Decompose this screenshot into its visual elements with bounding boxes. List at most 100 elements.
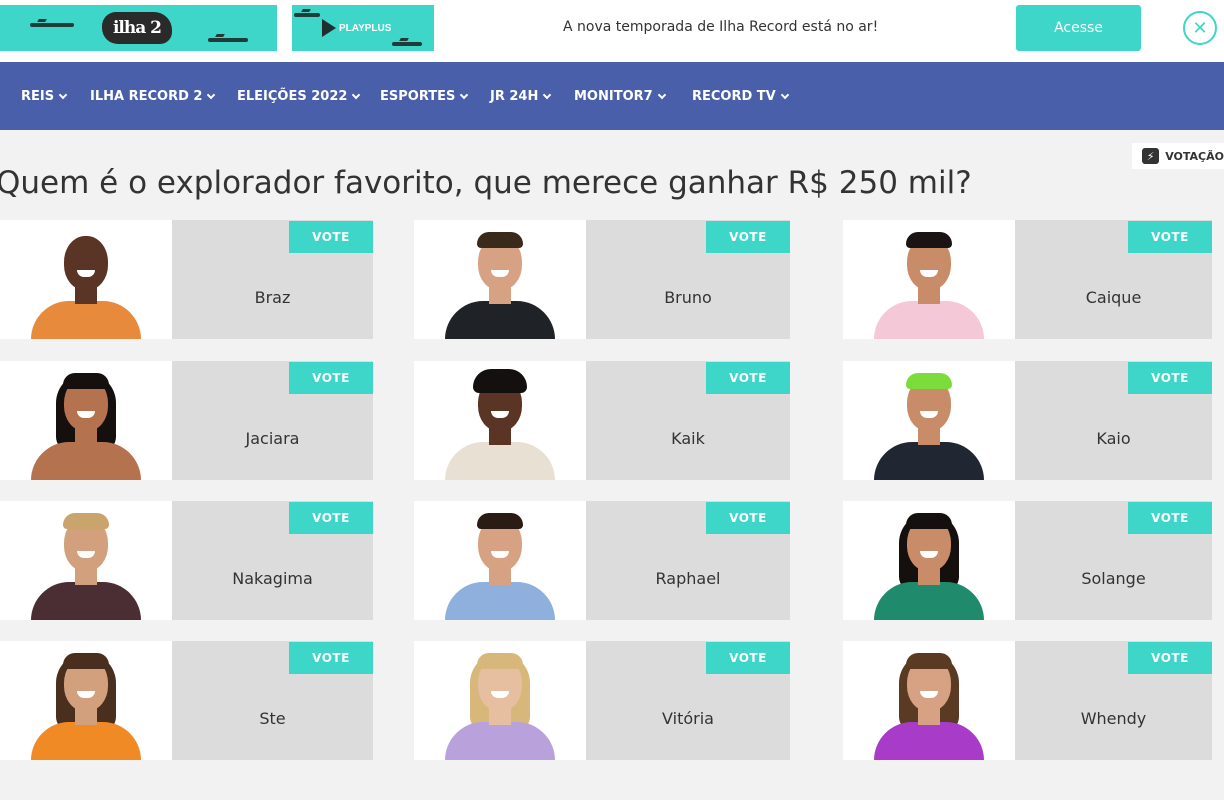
- hair: [906, 373, 952, 389]
- person-illustration: [414, 361, 586, 480]
- candidate-card[interactable]: VOTE Jaciara: [0, 361, 373, 480]
- vote-button[interactable]: VOTE: [289, 362, 373, 394]
- candidate-name: Solange: [1081, 569, 1146, 588]
- ilha-record-banner[interactable]: ilha 2: [0, 5, 277, 51]
- candidate-card[interactable]: VOTE Vitória: [414, 641, 790, 760]
- vote-button[interactable]: VOTE: [289, 502, 373, 534]
- candidate-card[interactable]: VOTE Braz: [0, 220, 373, 339]
- vote-button[interactable]: VOTE: [1128, 502, 1212, 534]
- candidate-card[interactable]: VOTE Solange: [843, 501, 1212, 620]
- candidate-photo: [414, 220, 586, 339]
- shirt: [31, 442, 141, 480]
- candidate-info: VOTE Solange: [1015, 501, 1212, 620]
- person-illustration: [414, 641, 586, 760]
- hair: [473, 369, 527, 393]
- nav-item-jr-24h[interactable]: JR 24H: [490, 89, 552, 104]
- candidate-info: VOTE Kaio: [1015, 361, 1212, 480]
- hair: [63, 513, 109, 529]
- poll-header: ⚡ VOTAÇÃO Quem é o explorador favorito, …: [0, 130, 1224, 214]
- vote-button[interactable]: VOTE: [289, 221, 373, 253]
- nav-item-eleicoes-2022[interactable]: ELEIÇÕES 2022: [237, 89, 361, 104]
- shirt: [874, 301, 984, 339]
- candidate-info: VOTE Bruno: [586, 220, 790, 339]
- vote-button[interactable]: VOTE: [1128, 221, 1212, 253]
- head: [64, 236, 108, 290]
- nav-item-record-tv[interactable]: RECORD TV: [692, 89, 789, 104]
- playplus-banner[interactable]: PLAYPLUS: [292, 5, 434, 51]
- nav-item-reis[interactable]: REIS: [21, 89, 68, 104]
- chevron-down-icon: [352, 90, 361, 99]
- hair: [906, 232, 952, 248]
- nav-item-label: RECORD TV: [692, 89, 776, 104]
- shirt: [445, 442, 555, 480]
- candidate-info: VOTE Kaik: [586, 361, 790, 480]
- shirt: [874, 582, 984, 620]
- candidate-card[interactable]: VOTE Kaio: [843, 361, 1212, 480]
- shirt: [445, 722, 555, 760]
- candidate-card[interactable]: VOTE Nakagima: [0, 501, 373, 620]
- bolt-icon: ⚡: [1142, 148, 1160, 164]
- candidate-info: VOTE Jaciara: [172, 361, 373, 480]
- nav-item-monitor7[interactable]: MONITOR7: [574, 89, 666, 104]
- nav-item-label: ILHA RECORD 2: [90, 89, 203, 104]
- person-illustration: [843, 641, 1015, 760]
- candidate-name: Caique: [1085, 288, 1142, 307]
- nav-item-esportes[interactable]: ESPORTES: [380, 89, 469, 104]
- vote-button[interactable]: VOTE: [706, 502, 790, 534]
- vote-button[interactable]: VOTE: [1128, 362, 1212, 394]
- nav-item-label: MONITOR7: [574, 89, 653, 104]
- vote-button[interactable]: VOTE: [289, 642, 373, 674]
- candidate-info: VOTE Ste: [172, 641, 373, 760]
- candidate-card[interactable]: VOTE Kaik: [414, 361, 790, 480]
- plane-icon: [294, 13, 320, 17]
- candidate-card[interactable]: VOTE Whendy: [843, 641, 1212, 760]
- playplus-logo-text: PLAYPLUS: [339, 22, 392, 34]
- chevron-down-icon: [460, 90, 469, 99]
- candidate-name: Vitória: [662, 709, 714, 728]
- page-title: Quem é o explorador favorito, que merece…: [0, 165, 972, 201]
- shirt: [31, 301, 141, 339]
- person-illustration: [0, 220, 172, 339]
- candidate-photo: [843, 220, 1015, 339]
- person-illustration: [414, 501, 586, 620]
- nav-item-label: JR 24H: [490, 89, 539, 104]
- shirt: [445, 301, 555, 339]
- close-icon[interactable]: ✕: [1183, 11, 1217, 45]
- candidate-card[interactable]: VOTE Ste: [0, 641, 373, 760]
- vote-button[interactable]: VOTE: [706, 642, 790, 674]
- nav-item-label: ELEIÇÕES 2022: [237, 89, 348, 104]
- plane-icon: [392, 42, 422, 46]
- shirt: [874, 442, 984, 480]
- shirt: [445, 582, 555, 620]
- promo-bar: ilha 2 PLAYPLUS A nova temporada de Ilha…: [0, 0, 1224, 62]
- person-illustration: [0, 501, 172, 620]
- candidate-photo: [0, 641, 172, 760]
- candidate-info: VOTE Raphael: [586, 501, 790, 620]
- chevron-down-icon: [780, 90, 789, 99]
- hair: [906, 513, 952, 529]
- candidate-card[interactable]: VOTE Raphael: [414, 501, 790, 620]
- vote-button[interactable]: VOTE: [706, 221, 790, 253]
- playplus-logo: PLAYPLUS: [322, 19, 391, 37]
- candidate-photo: [0, 220, 172, 339]
- candidate-name: Raphael: [655, 569, 721, 588]
- person-illustration: [414, 220, 586, 339]
- hair: [63, 653, 109, 669]
- hair: [477, 653, 523, 669]
- plane-icon: [208, 38, 248, 42]
- access-button[interactable]: Acesse: [1016, 5, 1141, 51]
- play-icon: [322, 19, 336, 37]
- nav-item-label: REIS: [21, 89, 55, 104]
- promo-message: A nova temporada de Ilha Record está no …: [563, 19, 879, 35]
- candidate-photo: [0, 361, 172, 480]
- candidate-photo: [414, 501, 586, 620]
- person-illustration: [0, 641, 172, 760]
- candidate-card[interactable]: VOTE Bruno: [414, 220, 790, 339]
- vote-button[interactable]: VOTE: [706, 362, 790, 394]
- vote-button[interactable]: VOTE: [1128, 642, 1212, 674]
- candidate-photo: [414, 641, 586, 760]
- candidate-name: Kaio: [1096, 429, 1131, 448]
- candidate-card[interactable]: VOTE Caique: [843, 220, 1212, 339]
- candidate-info: VOTE Whendy: [1015, 641, 1212, 760]
- nav-item-ilha-record-2[interactable]: ILHA RECORD 2: [90, 89, 216, 104]
